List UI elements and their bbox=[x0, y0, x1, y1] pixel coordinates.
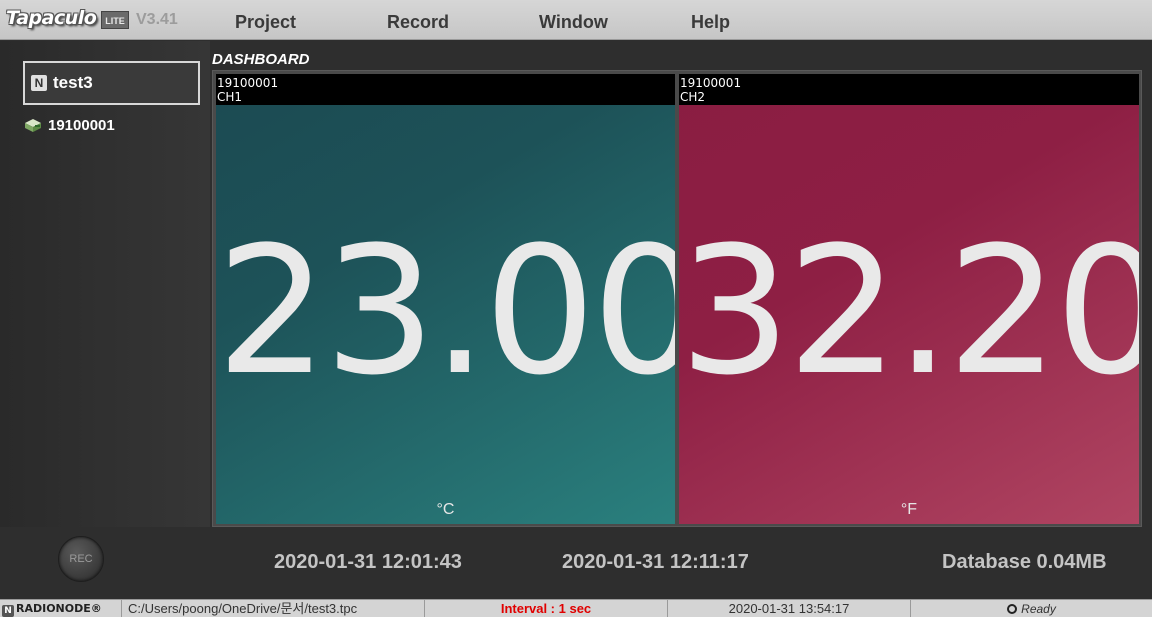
tile-unit: °F bbox=[900, 501, 918, 518]
status-brand: N RADIONODE® bbox=[0, 600, 122, 617]
menu-record[interactable]: Record bbox=[387, 12, 449, 33]
device-id: 19100001 bbox=[48, 116, 115, 134]
database-size: Database 0.04MB bbox=[942, 551, 1107, 573]
tile-channel: CH2 bbox=[680, 90, 706, 104]
channel-tile-ch1[interactable]: 19100001 CH1 23.00 °C bbox=[216, 74, 675, 524]
tile-header: 19100001 CH1 bbox=[216, 74, 675, 105]
radionode-logo-icon: N bbox=[2, 605, 14, 617]
menu-bar: Tapaculo LITE V3.41 Project Record Windo… bbox=[0, 0, 1152, 40]
menu-help[interactable]: Help bbox=[691, 12, 730, 33]
ready-indicator-icon bbox=[1007, 604, 1018, 614]
menu-window[interactable]: Window bbox=[539, 12, 608, 33]
tile-device-id: 19100001 bbox=[680, 76, 742, 90]
project-logo-icon: N bbox=[31, 75, 47, 91]
project-name: test3 bbox=[53, 73, 93, 92]
project-item-test3[interactable]: N test3 bbox=[23, 61, 200, 105]
menu-project[interactable]: Project bbox=[235, 12, 296, 33]
tile-channel: CH1 bbox=[217, 90, 243, 104]
channel-tile-ch2[interactable]: 19100001 CH2 32.20 °F bbox=[679, 74, 1139, 524]
edition-badge: LITE bbox=[101, 11, 129, 29]
app-window: Tapaculo LITE V3.41 Project Record Windo… bbox=[0, 0, 1152, 617]
device-icon bbox=[25, 119, 41, 132]
record-end-time: 2020-01-31 12:11:17 bbox=[562, 551, 749, 573]
tile-device-id: 19100001 bbox=[217, 76, 279, 90]
record-button[interactable]: REC bbox=[58, 536, 104, 582]
status-file-path: C:/Users/poong/OneDrive/문서/test3.tpc bbox=[122, 600, 425, 617]
dashboard-title: DASHBOARD bbox=[212, 51, 310, 68]
tile-value: 32.20 bbox=[679, 209, 1139, 414]
tile-unit: °C bbox=[436, 501, 455, 518]
record-start-time: 2020-01-31 12:01:43 bbox=[274, 551, 462, 573]
app-version: V3.41 bbox=[136, 11, 178, 28]
status-bar: N RADIONODE® C:/Users/poong/OneDrive/문서/t… bbox=[0, 599, 1152, 617]
app-logo: Tapaculo bbox=[6, 7, 97, 29]
status-clock: 2020-01-31 13:54:17 bbox=[668, 600, 911, 617]
tile-header: 19100001 CH2 bbox=[679, 74, 1139, 105]
device-item-19100001[interactable]: 19100001 bbox=[24, 115, 115, 135]
tile-value: 23.00 bbox=[216, 209, 675, 414]
project-tree-sidebar: N test3 19100001 bbox=[0, 41, 210, 527]
status-ready: Ready bbox=[911, 600, 1152, 617]
status-interval: Interval : 1 sec bbox=[425, 600, 668, 617]
